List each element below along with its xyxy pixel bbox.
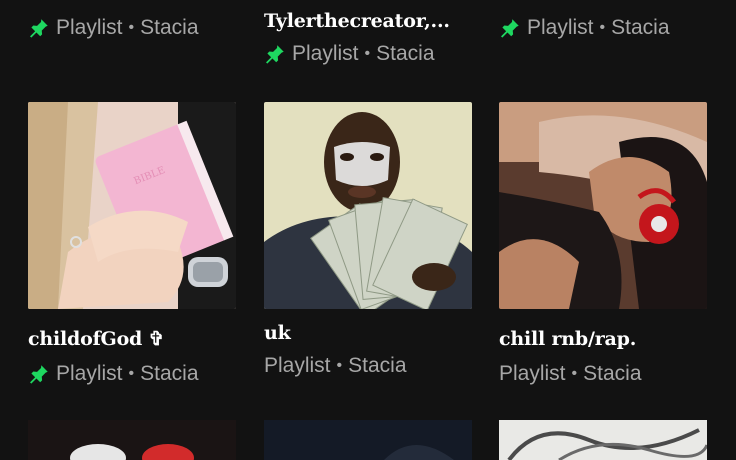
playlist-card-childofgod[interactable]: childofGod ✞ Playlist • Stacia — [28, 328, 236, 386]
playlist-subtitle: Playlist • Stacia — [499, 362, 707, 386]
playlist-owner: Stacia — [140, 362, 199, 385]
playlist-subtitle: Playlist • Stacia — [28, 16, 236, 40]
playlist-type: Playlist — [527, 16, 594, 39]
playlist-title: chill rnb/rap. — [499, 328, 637, 350]
separator-dot: • — [128, 19, 135, 36]
separator-dot: • — [571, 365, 578, 382]
playlist-title — [499, 0, 707, 4]
playlist-title: Tylerthecreator,... — [264, 10, 450, 32]
pin-icon — [28, 17, 50, 39]
playlist-cover-image[interactable]: BIBLE — [28, 102, 236, 309]
playlist-cover-image[interactable] — [28, 420, 236, 460]
playlist-card-chill-rnb-rap[interactable]: chill rnb/rap. Playlist • Stacia — [499, 328, 707, 386]
cover-cropped-image — [499, 420, 707, 460]
cover-cropped-image — [264, 420, 472, 460]
playlist-card-uk[interactable]: uk Playlist • Stacia — [264, 322, 472, 378]
playlist-subtitle: Playlist • Stacia — [264, 354, 472, 378]
playlist-owner: Stacia — [583, 362, 642, 385]
cover-cropped-image — [70, 444, 194, 460]
playlist-title: childofGod ✞ — [28, 328, 165, 350]
playlist-owner: Stacia — [140, 16, 199, 39]
playlist-owner: Stacia — [611, 16, 670, 39]
pin-icon — [264, 43, 286, 65]
playlist-type: Playlist — [264, 354, 331, 377]
separator-dot: • — [128, 365, 135, 382]
playlist-title — [28, 0, 236, 4]
playlist-owner: Stacia — [376, 42, 435, 65]
playlist-type: Playlist — [56, 362, 123, 385]
playlist-title: uk — [264, 322, 291, 344]
playlist-subtitle: Playlist • Stacia — [264, 42, 472, 66]
woman-with-headphones-image — [499, 102, 707, 309]
playlist-cover-image[interactable] — [499, 102, 707, 309]
playlist-cover-image[interactable] — [264, 102, 472, 309]
playlist-subtitle: Playlist • Stacia — [28, 362, 236, 386]
playlist-card-top-3[interactable]: Playlist • Stacia — [499, 0, 707, 40]
playlist-subtitle: Playlist • Stacia — [499, 16, 707, 40]
playlist-type: Playlist — [499, 362, 566, 385]
separator-dot: • — [364, 45, 371, 62]
playlist-cover-image[interactable] — [264, 420, 472, 460]
playlist-type: Playlist — [56, 16, 123, 39]
playlist-card-top-1[interactable]: Playlist • Stacia — [28, 0, 236, 40]
separator-dot: • — [599, 19, 606, 36]
playlist-owner: Stacia — [348, 354, 407, 377]
playlist-cover-image[interactable] — [499, 420, 707, 460]
man-with-cash-image — [264, 102, 472, 309]
playlist-type: Playlist — [292, 42, 359, 65]
woman-holding-bible-image: BIBLE — [28, 102, 236, 309]
playlist-card-top-2[interactable]: Tylerthecreator,... Playlist • Stacia — [264, 10, 472, 66]
separator-dot: • — [336, 357, 343, 374]
pin-icon — [28, 363, 50, 385]
pin-icon — [499, 17, 521, 39]
